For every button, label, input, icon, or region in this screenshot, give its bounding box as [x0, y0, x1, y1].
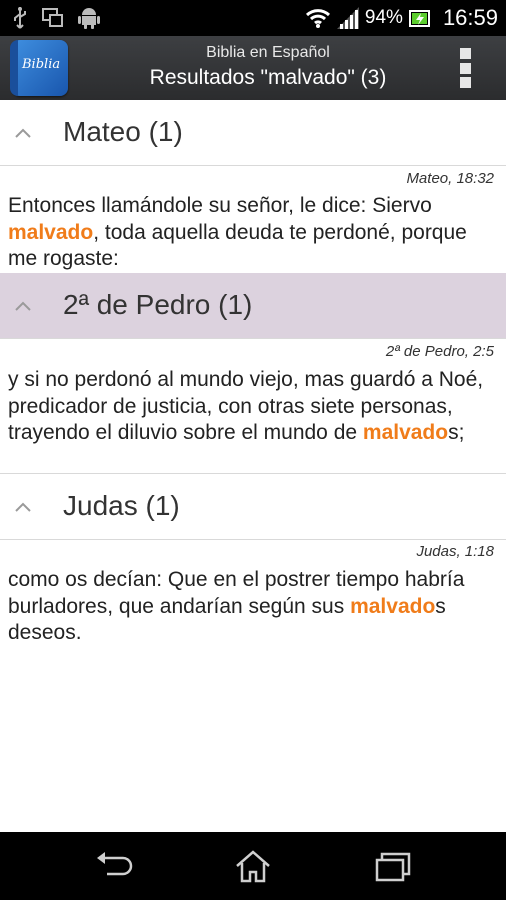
recent-apps-icon[interactable] — [373, 848, 413, 884]
usb-icon — [14, 7, 26, 29]
battery-icon — [408, 10, 430, 27]
signal-icon — [336, 7, 359, 29]
action-bar: Biblia Biblia en Español Resultados "mal… — [0, 36, 506, 100]
app-icon-label: Biblia — [22, 57, 61, 72]
verse-reference: Mateo, 18:32 — [406, 170, 494, 187]
bible-book-icon: Biblia — [10, 40, 68, 96]
search-highlight: malvado — [362, 421, 449, 444]
results-list: Mateo (1) Mateo, 18:32 Entonces llamándo… — [0, 100, 506, 832]
clock: 16:59 — [442, 5, 498, 30]
overflow-dot-icon — [460, 62, 471, 74]
group-header-mateo[interactable]: Mateo (1) — [0, 100, 506, 166]
overflow-dot-icon — [460, 77, 471, 88]
verse-text[interactable]: como os decían: Que en el postrer tiempo… — [8, 567, 498, 647]
chevron-up-icon — [15, 502, 31, 512]
group-title: Mateo (1) — [63, 116, 183, 147]
action-bar-titles: Biblia en Español Resultados "malvado" (… — [80, 36, 456, 100]
verse-reference: Judas, 1:18 — [416, 543, 494, 560]
group-title: 2ª de Pedro (1) — [63, 289, 253, 320]
verse-reference: 2ª de Pedro, 2:5 — [385, 343, 494, 360]
verse-text[interactable]: y si no perdonó al mundo viejo, mas guar… — [8, 367, 498, 447]
verse-text-part: Entonces llamándole su señor, le dice: S… — [8, 194, 432, 217]
navigation-bar — [0, 832, 506, 900]
group-header-2-pedro[interactable]: 2ª de Pedro (1) — [0, 273, 506, 339]
chevron-up-icon — [15, 128, 31, 138]
battery-percent: 94% — [364, 7, 403, 28]
android-icon — [78, 8, 100, 29]
search-highlight: malvado — [350, 594, 436, 618]
group-title: Judas (1) — [63, 490, 180, 521]
back-icon[interactable] — [93, 848, 133, 884]
chevron-up-icon — [15, 301, 31, 311]
search-highlight: malvado — [8, 220, 94, 244]
screen-mirror-icon — [42, 8, 63, 27]
app-icon[interactable]: Biblia — [10, 40, 70, 96]
page-title: Resultados "malvado" (3) — [149, 66, 387, 89]
status-bar: 94% 16:59 — [0, 0, 506, 36]
home-icon[interactable] — [233, 848, 273, 884]
overflow-menu-button[interactable] — [460, 48, 472, 88]
verse-text-part: s; — [448, 421, 465, 444]
app-subtitle: Biblia en Español — [206, 44, 330, 61]
wifi-icon — [305, 9, 330, 28]
verse-text[interactable]: Entonces llamándole su señor, le dice: S… — [8, 193, 498, 273]
group-header-judas[interactable]: Judas (1) — [0, 474, 506, 540]
overflow-dot-icon — [460, 48, 471, 59]
